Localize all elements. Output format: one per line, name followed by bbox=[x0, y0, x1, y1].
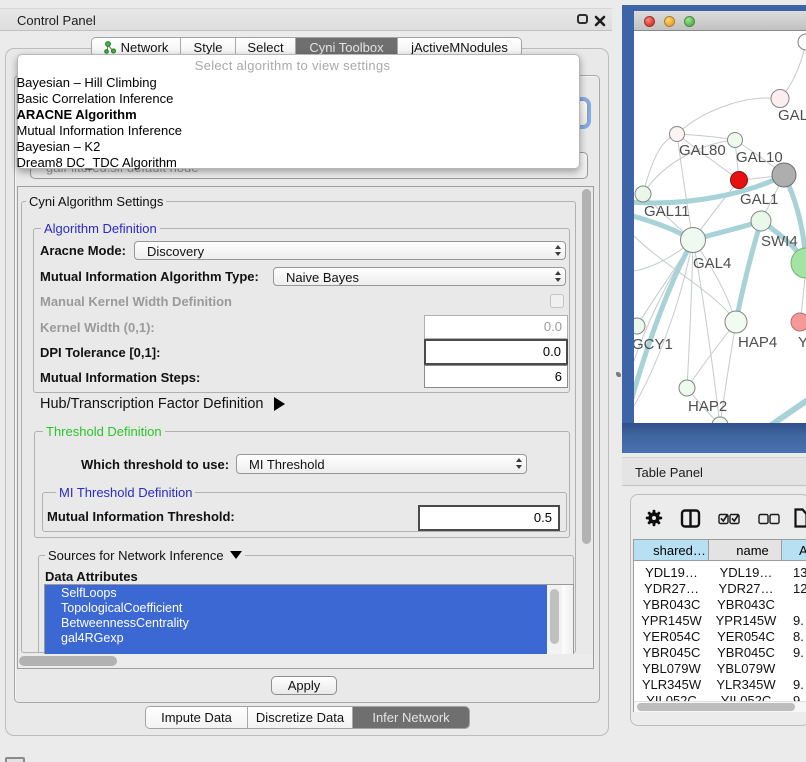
svg-text:GCY1: GCY1 bbox=[634, 336, 673, 353]
svg-text:GAL11: GAL11 bbox=[644, 203, 690, 220]
svg-text:GAL4: GAL4 bbox=[693, 255, 731, 272]
svg-text:GAL7: GAL7 bbox=[778, 107, 806, 124]
svg-text:GAL1: GAL1 bbox=[740, 191, 778, 208]
svg-text:GAL80: GAL80 bbox=[679, 142, 726, 159]
svg-text:SWI4: SWI4 bbox=[761, 233, 798, 250]
svg-text:Y: Y bbox=[798, 334, 806, 351]
svg-text:HAP4: HAP4 bbox=[738, 334, 777, 351]
svg-text:GAL10: GAL10 bbox=[736, 149, 783, 166]
svg-text:HAP2: HAP2 bbox=[688, 398, 727, 415]
